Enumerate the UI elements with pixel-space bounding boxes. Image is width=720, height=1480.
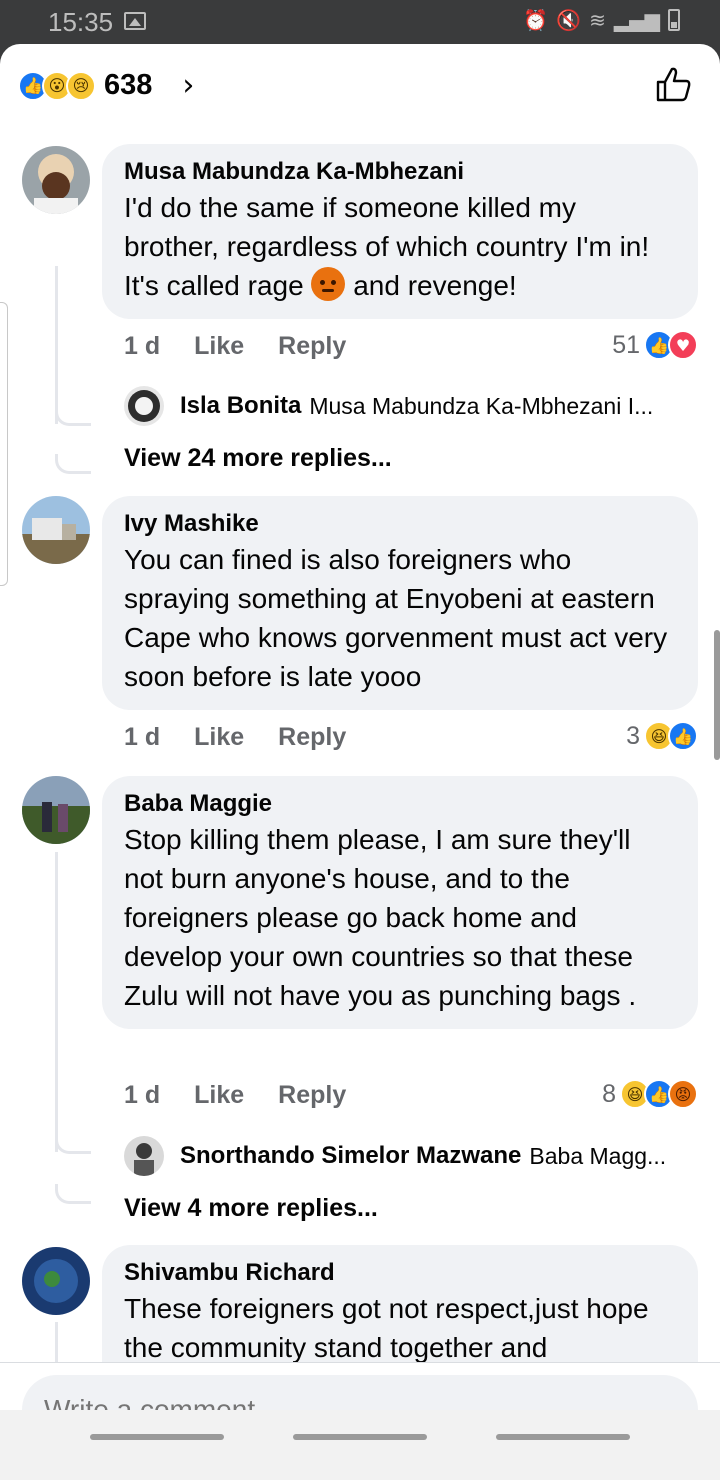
- thread-elbow: [55, 406, 91, 426]
- like-button[interactable]: Like: [194, 332, 244, 361]
- comment-text-part: and revenge!: [353, 270, 517, 301]
- love-reaction-icon: ♥: [668, 330, 698, 360]
- reply-button[interactable]: Reply: [278, 1081, 346, 1110]
- comment-time[interactable]: 1 d: [124, 332, 160, 361]
- left-edge-handle: [0, 302, 8, 586]
- reaction-number: 8: [602, 1079, 616, 1108]
- reply-avatar: [124, 386, 164, 426]
- scrollbar[interactable]: [714, 630, 720, 760]
- reactions-header: 👍 😮 😢 638 ›: [0, 44, 720, 124]
- reply-text: Musa Mabundza Ka-Mbhezani I...: [309, 392, 654, 419]
- system-nav-bar: [0, 1410, 720, 1480]
- status-time: 15:35: [48, 7, 114, 37]
- reply-button[interactable]: Reply: [278, 723, 346, 752]
- thread-elbow: [55, 1134, 91, 1154]
- comment-author[interactable]: Shivambu Richard: [124, 1257, 676, 1289]
- comment-bubble[interactable]: Musa Mabundza Ka-Mbhezani I'd do the sam…: [102, 144, 698, 319]
- reply-author[interactable]: Snorthando Simelor Mazwane: [180, 1142, 521, 1170]
- comment-author[interactable]: Baba Maggie: [124, 788, 676, 820]
- comment-time[interactable]: 1 d: [124, 723, 160, 752]
- angry-reaction-icon: 😡: [668, 1079, 698, 1109]
- recents-button[interactable]: [90, 1434, 224, 1440]
- comment-actions: 1 d Like Reply: [124, 332, 346, 361]
- like-button[interactable]: Like: [194, 723, 244, 752]
- reply-text: Baba Magg...: [529, 1142, 667, 1169]
- reply-button[interactable]: Reply: [278, 332, 346, 361]
- reaction-count: 638: [104, 69, 153, 101]
- angry-emoji-icon: [311, 267, 346, 301]
- reactions-summary[interactable]: 👍 😮 😢 638 ›: [18, 68, 194, 103]
- reply-avatar: [124, 1136, 164, 1176]
- comment-reactions[interactable]: 51 👍 ♥: [612, 330, 698, 360]
- reply-preview[interactable]: Isla Bonita Musa Mabundza Ka-Mbhezani I.…: [124, 386, 653, 426]
- avatar[interactable]: [22, 146, 90, 214]
- comment-reactions[interactable]: 3 😆 👍: [626, 721, 698, 751]
- thread-elbow: [55, 1184, 91, 1204]
- comment-bubble[interactable]: Ivy Mashike You can fined is also foreig…: [102, 496, 698, 710]
- comment-actions: 1 d Like Reply: [124, 723, 346, 752]
- like-button[interactable]: Like: [194, 1081, 244, 1110]
- thread-line: [55, 1322, 58, 1362]
- reaction-number: 3: [626, 721, 640, 750]
- view-more-replies-link[interactable]: View 4 more replies...: [124, 1194, 378, 1223]
- status-bar: 15:35 ⏰ 🔇 ≋ ▂▄▆: [0, 0, 720, 44]
- comment-text: These foreigners got not respect,just ho…: [124, 1293, 649, 1363]
- signal-icon: ▂▄▆: [613, 8, 660, 32]
- mute-icon: 🔇: [556, 8, 582, 32]
- comment-text: You can fined is also foreigners who spr…: [124, 544, 668, 692]
- avatar[interactable]: [22, 1247, 90, 1315]
- comment-author[interactable]: Ivy Mashike: [124, 508, 676, 540]
- gallery-icon: [124, 12, 146, 30]
- reply-preview[interactable]: Snorthando Simelor Mazwane Baba Magg...: [124, 1136, 666, 1176]
- thread-line: [55, 852, 58, 1152]
- comments-sheet: 👍 😮 😢 638 › Musa Mabundza Ka-Mbhezani I'…: [0, 44, 720, 1480]
- chevron-right-icon[interactable]: ›: [182, 68, 194, 103]
- like-reaction-icon: 👍: [668, 721, 698, 751]
- thread-elbow: [55, 454, 91, 474]
- sad-reaction-icon: 😢: [66, 70, 96, 101]
- like-post-button[interactable]: [654, 64, 694, 104]
- comment-reactions[interactable]: 8 😆 👍 😡: [602, 1079, 698, 1109]
- avatar[interactable]: [22, 496, 90, 564]
- wifi-icon: ≋: [589, 8, 606, 32]
- thread-line: [55, 266, 58, 424]
- view-more-replies-link[interactable]: View 24 more replies...: [124, 444, 392, 473]
- reply-author[interactable]: Isla Bonita: [180, 392, 301, 420]
- battery-icon: [668, 9, 680, 31]
- comment-actions: 1 d Like Reply: [124, 1081, 346, 1110]
- back-button[interactable]: [496, 1434, 630, 1440]
- comment-time[interactable]: 1 d: [124, 1081, 160, 1110]
- comment-text: I'd do the same if someone killed my bro…: [124, 188, 676, 305]
- home-button[interactable]: [293, 1434, 427, 1440]
- comment-text: Stop killing them please, I am sure they…: [124, 824, 637, 1011]
- comment-bubble[interactable]: Baba Maggie Stop killing them please, I …: [102, 776, 698, 1029]
- avatar[interactable]: [22, 776, 90, 844]
- status-icons: ⏰ 🔇 ≋ ▂▄▆: [523, 8, 680, 32]
- comment-author[interactable]: Musa Mabundza Ka-Mbhezani: [124, 156, 676, 188]
- alarm-icon: ⏰: [523, 8, 549, 32]
- reaction-number: 51: [612, 330, 640, 359]
